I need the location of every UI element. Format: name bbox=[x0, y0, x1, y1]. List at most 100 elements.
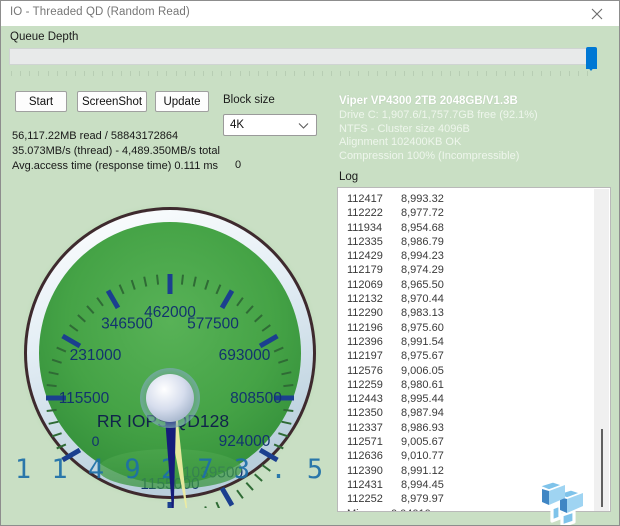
stats-throughput: 35.073MB/s (thread) - 4,489.350MB/s tota… bbox=[12, 144, 220, 159]
log-row: 1123968,991.54 bbox=[347, 335, 449, 349]
drive-filesystem: NTFS - Cluster size 4096B bbox=[339, 123, 611, 137]
iops-gauge: 0115500231000346500462000577500693000808… bbox=[15, 198, 325, 508]
drive-compression: Compression 100% (Incompressible) bbox=[339, 150, 611, 164]
gauge-tick-label: 577500 bbox=[187, 316, 239, 333]
slider-thumb[interactable] bbox=[586, 47, 597, 69]
log-row-iops: 112443 bbox=[347, 392, 401, 406]
log-row-iops: 112350 bbox=[347, 406, 401, 420]
gauge-tick-label: 924000 bbox=[219, 433, 271, 450]
log-box[interactable]: 1124178,993.321122228,977.721119348,954.… bbox=[337, 187, 611, 512]
log-row-mbs: 8,977.72 bbox=[401, 207, 444, 219]
log-row: 1123358,986.79 bbox=[347, 235, 449, 249]
log-row: 1122598,980.61 bbox=[347, 378, 449, 392]
log-row: 1123508,987.94 bbox=[347, 406, 449, 420]
log-row-mbs: 8,975.60 bbox=[401, 322, 444, 334]
window-title: IO - Threaded QD (Random Read) bbox=[10, 6, 190, 18]
block-size-select[interactable]: 4K bbox=[223, 114, 317, 136]
log-row-mbs: 8,975.67 bbox=[401, 350, 444, 362]
log-row-mbs: 8,987.94 bbox=[401, 407, 444, 419]
log-row-iops: 112337 bbox=[347, 421, 401, 435]
queue-depth-label: Queue Depth bbox=[10, 31, 78, 43]
log-row-mbs: 8,991.54 bbox=[401, 336, 444, 348]
log-row: 1122908,983.13 bbox=[347, 306, 449, 320]
log-row-iops: 112197 bbox=[347, 349, 401, 363]
log-row: 1123378,986.93 bbox=[347, 421, 449, 435]
log-scrollbar[interactable] bbox=[594, 189, 609, 512]
log-row-iops: 112636 bbox=[347, 449, 401, 463]
gauge-tick-label: 0 bbox=[92, 433, 100, 449]
log-row-mbs: 8,986.79 bbox=[401, 236, 444, 248]
log-row: 1125769,006.05 bbox=[347, 364, 449, 378]
gauge-tick-label: 808500 bbox=[230, 390, 282, 407]
log-row: 1126369,010.77 bbox=[347, 449, 449, 463]
title-bar: IO - Threaded QD (Random Read) bbox=[1, 1, 619, 27]
drive-info-panel: Viper VP4300 2TB 2048GB/V1.3B Drive C: 1… bbox=[339, 94, 611, 163]
log-row: 1123908,991.12 bbox=[347, 464, 449, 478]
log-row: 1122528,979.97 bbox=[347, 492, 449, 506]
log-row-mbs: 8,994.23 bbox=[401, 250, 444, 262]
stats-block: 56,117.22MB read / 58843172864 35.073MB/… bbox=[12, 129, 220, 174]
log-row-mbs: 8,970.44 bbox=[401, 293, 444, 305]
log-row-iops: 112431 bbox=[347, 478, 401, 492]
gauge-tick-label: 693000 bbox=[219, 347, 271, 364]
log-row: 1121798,974.29 bbox=[347, 263, 449, 277]
log-row-mbs: 8,980.61 bbox=[401, 379, 444, 391]
log-row-iops: 112390 bbox=[347, 464, 401, 478]
log-row-iops: 112069 bbox=[347, 278, 401, 292]
log-row: 1124298,994.23 bbox=[347, 249, 449, 263]
log-row: 1120698,965.50 bbox=[347, 278, 449, 292]
log-row: 1119348,954.68 bbox=[347, 221, 449, 235]
log-row-iops: 112335 bbox=[347, 235, 401, 249]
log-row-iops: 112252 bbox=[347, 492, 401, 506]
log-row-iops: 112417 bbox=[347, 192, 401, 206]
log-row: 1124318,994.45 bbox=[347, 478, 449, 492]
log-row-iops: 112179 bbox=[347, 263, 401, 277]
log-row-iops: 112396 bbox=[347, 335, 401, 349]
start-button[interactable]: Start bbox=[15, 91, 67, 112]
log-row-mbs: 8,983.13 bbox=[401, 307, 444, 319]
log-row-mbs: 8,986.93 bbox=[401, 422, 444, 434]
log-rows: 1124178,993.321122228,977.721119348,954.… bbox=[347, 192, 449, 512]
window-body: Queue Depth Start ScreenShot Update Bloc… bbox=[1, 26, 619, 525]
slider-track[interactable] bbox=[9, 48, 587, 65]
log-row-mbs: 9,006.05 bbox=[401, 365, 444, 377]
log-row-iops: 112290 bbox=[347, 306, 401, 320]
log-row-iops: 111934 bbox=[347, 221, 401, 235]
log-row-iops: 112132 bbox=[347, 292, 401, 306]
log-row-mbs: 8,991.12 bbox=[401, 465, 444, 477]
log-row-mbs: 8,965.50 bbox=[401, 279, 444, 291]
log-row-iops: 112576 bbox=[347, 364, 401, 378]
log-row: 1125719,005.67 bbox=[347, 435, 449, 449]
screenshot-button[interactable]: ScreenShot bbox=[77, 91, 147, 112]
log-row-iops: 112222 bbox=[347, 206, 401, 220]
thread-count-value: 0 bbox=[235, 159, 241, 171]
gauge-tick-label: 115500 bbox=[59, 390, 110, 407]
log-min-acc: Min acc. 0.04010ms bbox=[347, 507, 449, 512]
log-row-mbs: 8,994.45 bbox=[401, 479, 444, 491]
gauge-tick-label: 231000 bbox=[70, 347, 122, 364]
log-row-mbs: 9,010.77 bbox=[401, 450, 444, 462]
log-row-mbs: 8,974.29 bbox=[401, 264, 444, 276]
gauge-hub bbox=[146, 374, 194, 422]
log-row-mbs: 8,954.68 bbox=[401, 222, 444, 234]
stats-read-total: 56,117.22MB read / 58843172864 bbox=[12, 129, 220, 144]
close-button[interactable] bbox=[575, 1, 619, 25]
log-row-iops: 112259 bbox=[347, 378, 401, 392]
chevron-down-icon bbox=[298, 122, 309, 130]
log-row: 1124178,993.32 bbox=[347, 192, 449, 206]
log-row-iops: 112571 bbox=[347, 435, 401, 449]
log-row-mbs: 8,993.32 bbox=[401, 193, 444, 205]
drive-alignment: Alignment 102400KB OK bbox=[339, 136, 611, 150]
drive-model: Viper VP4300 2TB 2048GB/V1.3B bbox=[339, 94, 611, 109]
update-button[interactable]: Update bbox=[155, 91, 209, 112]
close-icon bbox=[591, 8, 603, 20]
drive-capacity: Drive C: 1,907.6/1,757.7GB free (92.1%) bbox=[339, 109, 611, 123]
log-row: 1124438,995.44 bbox=[347, 392, 449, 406]
log-scrollbar-thumb[interactable] bbox=[601, 429, 603, 507]
io-benchmark-window: IO - Threaded QD (Random Read) Queue Dep… bbox=[0, 0, 620, 526]
block-size-label: Block size bbox=[223, 94, 275, 106]
queue-depth-slider[interactable] bbox=[9, 48, 591, 78]
log-row-mbs: 9,005.67 bbox=[401, 436, 444, 448]
tweaktown-watermark-logo bbox=[529, 472, 585, 526]
log-row-iops: 112429 bbox=[347, 249, 401, 263]
